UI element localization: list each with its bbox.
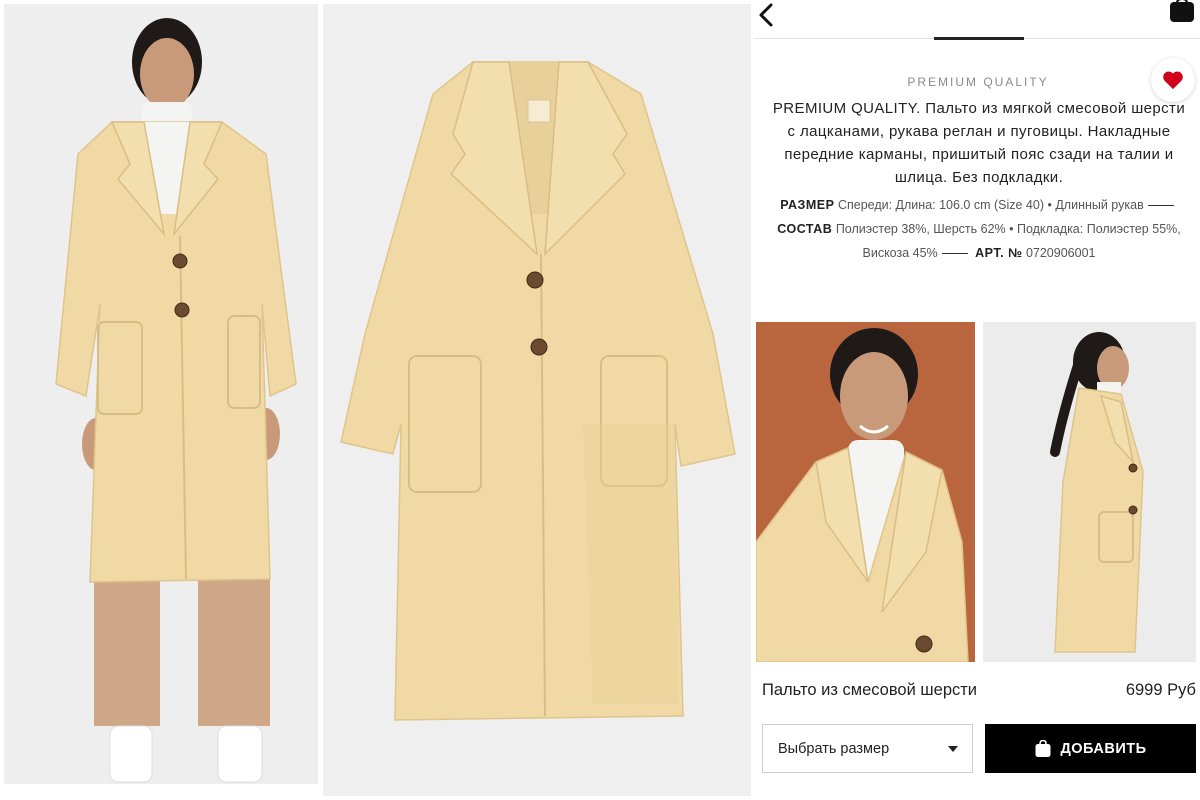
size-value: Спереди: Длина: 106.0 cm (Size 40) • Дли… [837, 198, 1144, 212]
model-closeup-photo [756, 322, 975, 662]
coat-flat-photo [323, 4, 751, 796]
add-to-bag-button[interactable]: ДОБАВИТЬ [985, 724, 1196, 773]
favorite-button[interactable] [1151, 58, 1195, 102]
model-full-length-photo [4, 4, 318, 784]
divider [1147, 205, 1174, 207]
divider [941, 253, 968, 255]
product-name: Пальто из смесовой шерсти [762, 681, 978, 699]
section-heading: PREMIUM QUALITY [907, 75, 1049, 89]
top-bar [754, 0, 1200, 39]
add-button-label: ДОБАВИТЬ [1060, 740, 1147, 757]
caret-down-icon [948, 745, 958, 752]
shopping-bag-icon[interactable] [1168, 0, 1196, 24]
shopping-bag-icon [1035, 739, 1051, 757]
article-value: 0720906001 [1025, 246, 1096, 260]
size-select[interactable]: Выбрать размер [762, 724, 973, 773]
heart-icon [1163, 71, 1183, 90]
article-label: АРТ. № [975, 246, 1023, 260]
active-tab-indicator [934, 37, 1024, 40]
chevron-left-icon[interactable] [756, 2, 778, 28]
product-price: 6999 Руб [1125, 681, 1196, 699]
composition-label: СОСТАВ [777, 222, 833, 236]
model-side-photo [983, 322, 1196, 662]
size-label: РАЗМЕР [780, 198, 835, 212]
product-details: РАЗМЕР Спереди: Длина: 106.0 cm (Size 40… [770, 193, 1188, 265]
size-select-label: Выбрать размер [778, 740, 890, 757]
product-description: PREMIUM QUALITY. Пальто из мягкой смесов… [772, 100, 1186, 186]
